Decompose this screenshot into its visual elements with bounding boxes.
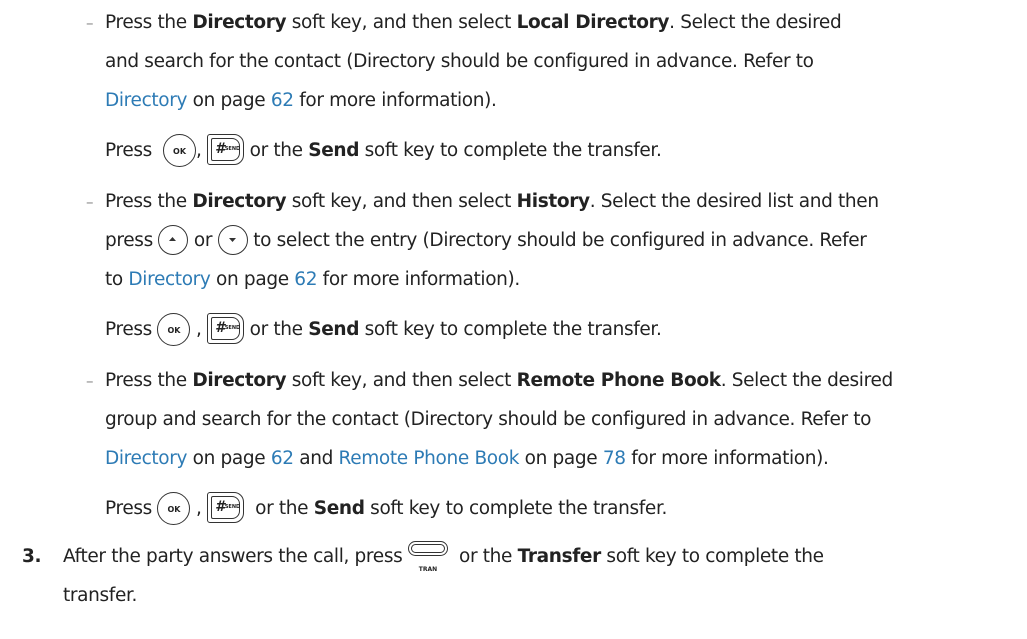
bullet2-line2: press or to select the entry (Directory … xyxy=(105,225,867,255)
page-link[interactable]: 78 xyxy=(603,448,626,469)
bullet3-line2: group and search for the contact (Direct… xyxy=(105,409,872,430)
bullet2-line1: Press the Directory soft key, and then s… xyxy=(105,191,879,212)
directory-link[interactable]: Directory xyxy=(105,90,187,111)
bullet1-line3: Directory on page 62 for more informatio… xyxy=(105,90,497,111)
directory-link[interactable]: Directory xyxy=(128,269,210,290)
bullet2-press-line: Press OK , #SEND or the Send soft key to… xyxy=(105,312,662,346)
page-link[interactable]: 62 xyxy=(271,448,294,469)
down-arrow-icon xyxy=(217,225,248,255)
remote-phone-book-link[interactable]: Remote Phone Book xyxy=(339,448,520,469)
directory-link[interactable]: Directory xyxy=(105,448,187,469)
ok-key-icon: OK xyxy=(163,133,197,167)
bullet-dash: – xyxy=(86,193,94,211)
page-link[interactable]: 62 xyxy=(294,269,317,290)
bullet-dash: – xyxy=(86,372,94,390)
send-key-icon: #SEND xyxy=(207,491,245,523)
bullet-dash: – xyxy=(86,14,94,32)
bullet3-line3: Directory on page 62 and Remote Phone Bo… xyxy=(105,448,829,469)
ok-key-icon: OK xyxy=(157,491,191,525)
bullet1-line2: and search for the contact (Directory sh… xyxy=(105,51,814,72)
step-number: 3. xyxy=(22,546,42,567)
bullet3-line1: Press the Directory soft key, and then s… xyxy=(105,370,893,391)
step3-line2: transfer. xyxy=(63,585,138,606)
tran-key-icon: TRAN xyxy=(407,541,448,573)
page-link[interactable]: 62 xyxy=(271,90,294,111)
up-arrow-icon xyxy=(158,225,189,255)
bullet3-press-line: Press OK , #SEND or the Send soft key to… xyxy=(105,491,667,525)
send-key-icon: #SEND xyxy=(207,133,245,165)
bullet1-press-line: Press OK, #SEND or the Send soft key to … xyxy=(105,133,662,167)
bullet2-line3: to Directory on page 62 for more informa… xyxy=(105,269,520,290)
step3-line1: After the party answers the call, press … xyxy=(63,541,824,573)
send-key-icon: #SEND xyxy=(207,312,245,344)
ok-key-icon: OK xyxy=(157,312,191,346)
bullet1-line1: Press the Directory soft key, and then s… xyxy=(105,12,842,33)
